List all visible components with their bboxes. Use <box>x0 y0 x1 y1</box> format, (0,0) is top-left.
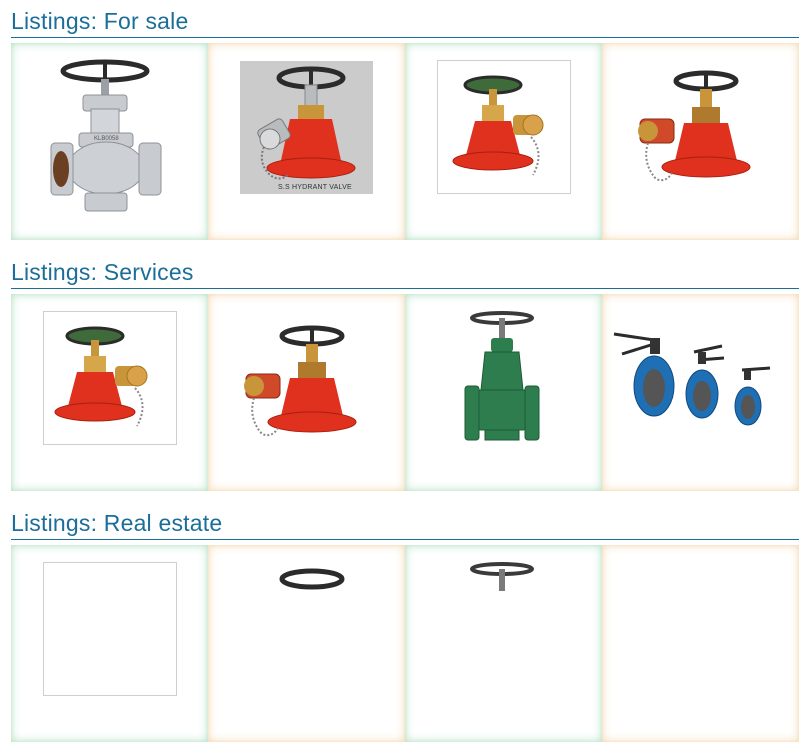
listing-tile[interactable] <box>602 545 799 742</box>
listing-tile-gate-valve[interactable] <box>405 545 602 742</box>
hydrant-valve-image <box>638 70 751 182</box>
globe-valve-image: KLB0058 <box>50 59 162 212</box>
section-heading: Listings: For sale <box>11 8 799 38</box>
listing-tile-hydrant-valve[interactable] <box>11 545 208 742</box>
listing-grid <box>11 294 799 491</box>
hydrant-valve-image <box>54 326 148 427</box>
hydrant-valve-image <box>279 568 345 590</box>
section-services: Listings: Services <box>11 259 799 491</box>
svg-text:KLB0058: KLB0058 <box>94 136 119 142</box>
section-real-estate: Listings: Real estate <box>11 510 799 742</box>
butterfly-valves-image <box>613 332 771 426</box>
listing-tile-gate-valve[interactable] <box>405 294 602 491</box>
listing-tile-globe-valve[interactable]: KLB0058 <box>11 43 208 240</box>
listing-grid: KLB0058 S.S HYDRANT VALVE <box>11 43 799 240</box>
gate-valve-image <box>464 311 540 441</box>
listing-tile-hydrant-valve-grey[interactable]: S.S HYDRANT VALVE <box>208 43 405 240</box>
gate-valve-image <box>470 562 534 591</box>
listing-tile-butterfly-valves[interactable] <box>602 294 799 491</box>
hydrant-valve-image <box>452 75 544 176</box>
listing-tile-hydrant-valve-chain[interactable] <box>208 545 405 742</box>
section-for-sale: Listings: For sale KLB0058 S.S HYDRANT V… <box>11 8 799 240</box>
listing-tile-hydrant-valve[interactable] <box>405 43 602 240</box>
image-frame <box>43 562 177 696</box>
hydrant-valve-image <box>244 325 357 437</box>
image-caption: S.S HYDRANT VALVE <box>278 184 352 191</box>
listing-grid <box>11 545 799 742</box>
listing-tile-hydrant-valve[interactable] <box>11 294 208 491</box>
listing-tile-hydrant-valve-chain[interactable] <box>208 294 405 491</box>
hydrant-valve-image <box>257 66 356 180</box>
section-heading: Listings: Services <box>11 259 799 289</box>
section-heading: Listings: Real estate <box>11 510 799 540</box>
listing-tile-hydrant-valve-chain[interactable] <box>602 43 799 240</box>
